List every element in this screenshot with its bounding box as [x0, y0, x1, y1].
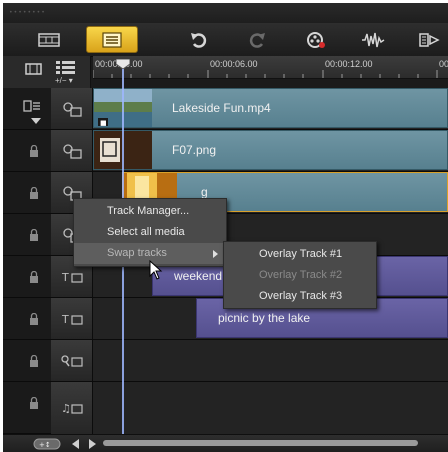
- playhead-handle-icon[interactable]: [116, 59, 130, 69]
- menu-item-track-manager[interactable]: Track Manager...: [74, 201, 226, 222]
- svg-text:T: T: [61, 271, 69, 284]
- lock-icon[interactable]: [29, 313, 39, 325]
- context-menu: Track Manager... Select all media Swap t…: [73, 198, 227, 267]
- overlay-track-header[interactable]: [51, 130, 93, 171]
- clip-label: F07.png: [172, 143, 217, 157]
- horizontal-scrollbar-thumb[interactable]: [103, 440, 418, 446]
- grip-dots-icon: ••••••••: [9, 9, 46, 16]
- timeline-clip[interactable]: ■ Lakeside Fun.mp4: [93, 88, 448, 128]
- clip-label: weekend: [174, 269, 223, 283]
- timeline-view-button[interactable]: [86, 26, 138, 53]
- svg-text:T: T: [61, 313, 69, 326]
- scroll-right-icon[interactable]: [89, 439, 97, 449]
- video-track-header[interactable]: [51, 88, 93, 129]
- clip-label: picnic by the lake: [218, 311, 311, 325]
- overlay-track-row: F07.png: [3, 130, 448, 172]
- lock-icon[interactable]: [29, 397, 39, 409]
- menu-item-overlay-track-2: Overlay Track #2: [259, 269, 343, 281]
- voice-track-header[interactable]: [51, 340, 93, 381]
- title-track-icon: T: [61, 271, 83, 284]
- ripple-dropdown-icon[interactable]: [31, 118, 41, 124]
- show-all-visual-tracks-icon[interactable]: [25, 62, 43, 76]
- title-track-icon: T: [61, 313, 83, 326]
- svg-text:♫: ♫: [61, 402, 71, 415]
- timecode-label: 00:00:12.00: [325, 59, 373, 69]
- timeline-clip[interactable]: F07.png: [93, 130, 448, 170]
- sound-mixer-icon: [362, 32, 385, 47]
- overlay-track-lane[interactable]: F07.png: [93, 130, 448, 171]
- music-track-lane[interactable]: [93, 382, 448, 434]
- mouse-cursor-icon: [149, 260, 163, 280]
- video-track-row: ■ Lakeside Fun.mp4: [3, 88, 448, 130]
- svg-text:■: ■: [100, 119, 107, 127]
- timeline-editor-window: •••••••• +/− ▾ 00:00:00.00 00:00:06.00: [3, 3, 448, 452]
- svg-text:+↕: +↕: [39, 441, 51, 449]
- video-track-lane[interactable]: ■ Lakeside Fun.mp4: [93, 88, 448, 129]
- music-track-header[interactable]: ♫: [51, 382, 93, 434]
- storyboard-view-button[interactable]: [23, 26, 75, 53]
- title-bar[interactable]: ••••••••: [3, 3, 448, 23]
- music-track-icon: ♫: [61, 402, 83, 415]
- storyboard-view-icon: [38, 32, 60, 47]
- ruler-ticks: [93, 70, 438, 78]
- submenu-arrow-icon: [213, 250, 218, 258]
- zoom-to-fit-icon[interactable]: +↕: [33, 438, 61, 450]
- timecode-label: 00:: [439, 59, 448, 69]
- add-remove-tracks-control[interactable]: +/− ▾: [55, 76, 73, 85]
- menu-item-label: Swap tracks: [107, 247, 167, 259]
- redo-icon: [249, 32, 265, 48]
- track-header-panel-top: +/− ▾: [3, 56, 91, 88]
- undo-icon: [191, 32, 207, 48]
- title-track-header[interactable]: T: [51, 298, 93, 339]
- voice-track-row: [3, 340, 448, 382]
- video-track-icon: [62, 101, 82, 117]
- lock-icon[interactable]: [29, 229, 39, 241]
- scroll-left-icon[interactable]: [72, 439, 80, 449]
- lock-icon[interactable]: [29, 145, 39, 157]
- overlay-track-icon: [62, 143, 82, 159]
- menu-item-overlay-track-3[interactable]: Overlay Track #3: [224, 286, 376, 307]
- undo-button[interactable]: [173, 26, 225, 53]
- timecode-label: 00:00:06.00: [210, 59, 258, 69]
- toolbar: [3, 23, 448, 57]
- redo-button[interactable]: [231, 26, 283, 53]
- lock-icon[interactable]: [29, 187, 39, 199]
- sound-mixer-button[interactable]: [347, 26, 399, 53]
- clip-label: g: [201, 185, 208, 199]
- clip-label: Lakeside Fun.mp4: [172, 101, 271, 115]
- lock-icon[interactable]: [29, 271, 39, 283]
- record-capture-button[interactable]: [290, 26, 342, 53]
- voice-track-lane[interactable]: [93, 340, 448, 381]
- track-list-icon[interactable]: [55, 60, 77, 76]
- auto-music-icon: [419, 32, 440, 47]
- microphone-track-icon: [60, 354, 83, 367]
- record-capture-icon: [307, 31, 325, 48]
- ripple-editing-icon[interactable]: [23, 98, 41, 114]
- menu-item-overlay-track-1[interactable]: Overlay Track #1: [224, 244, 376, 265]
- lock-icon[interactable]: [29, 355, 39, 367]
- swap-tracks-submenu: Overlay Track #1 Overlay Track #2 Overla…: [223, 241, 377, 309]
- menu-item-select-all-media[interactable]: Select all media: [74, 222, 226, 243]
- timeline-view-icon: [102, 31, 122, 48]
- auto-music-button[interactable]: [403, 26, 448, 53]
- music-track-row: ♫: [3, 382, 448, 434]
